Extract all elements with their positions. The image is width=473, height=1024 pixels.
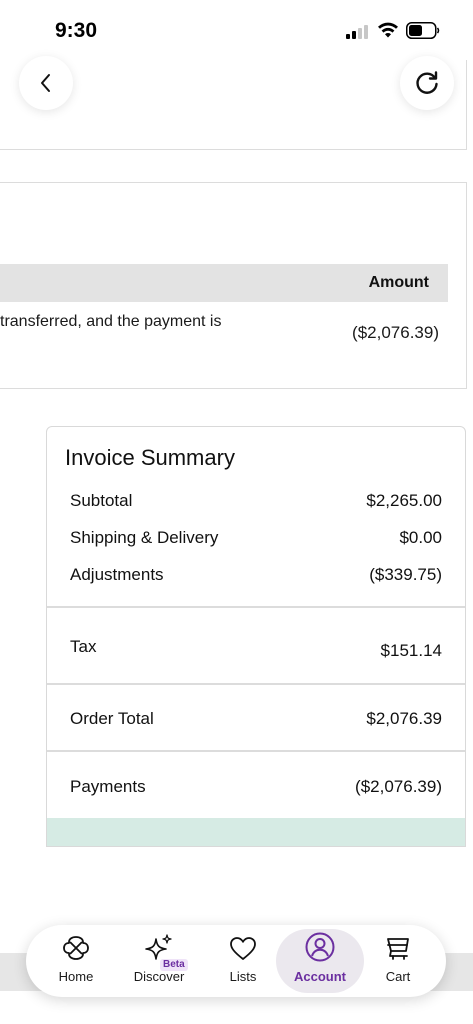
nav-account[interactable]: Account <box>282 929 358 993</box>
bottom-nav: Home Beta Discover Lists Account Cart <box>26 925 446 997</box>
subtotal-label: Subtotal <box>70 491 133 510</box>
heart-icon <box>230 937 256 960</box>
subtotal-value: $2,265.00 <box>366 491 442 510</box>
back-button[interactable] <box>19 56 73 110</box>
payments-table-card: Amount transferred, and the payment is (… <box>0 182 467 389</box>
divider <box>47 606 465 608</box>
payments-value: ($2,076.39) <box>355 777 442 796</box>
signal-icon <box>346 25 370 39</box>
tax-value: $151.14 <box>380 641 442 660</box>
adjustments-row: Adjustments ($339.75) <box>70 565 442 585</box>
cart-icon <box>387 938 409 960</box>
invoice-summary-card: Invoice Summary Subtotal $2,265.00 Shipp… <box>46 426 466 847</box>
subtotal-row: Subtotal $2,265.00 <box>70 491 442 511</box>
invoice-summary-title: Invoice Summary <box>65 445 235 470</box>
battery-icon <box>406 22 440 39</box>
summary-footer <box>47 818 465 846</box>
nav-account-label: Account <box>294 969 346 984</box>
payment-amount: ($2,076.39) <box>352 323 439 342</box>
screen: 9:30 Amount transferred, and the payment… <box>0 0 473 1024</box>
tax-row: Tax $151.14 <box>70 637 442 661</box>
shipping-label: Shipping & Delivery <box>70 528 219 547</box>
payments-label: Payments <box>70 777 146 796</box>
wifi-icon <box>378 22 398 38</box>
nav-discover-label: Discover <box>133 969 185 984</box>
divider <box>47 750 465 752</box>
order-total-label: Order Total <box>70 709 154 728</box>
shipping-row: Shipping & Delivery $0.00 <box>70 528 442 548</box>
payments-row: Payments ($2,076.39) <box>70 777 442 797</box>
adjustments-value: ($339.75) <box>369 565 442 584</box>
amount-column-header: Amount <box>368 274 429 291</box>
order-total-row: Order Total $2,076.39 <box>70 709 442 729</box>
adjustments-label: Adjustments <box>70 565 164 584</box>
nav-home-label: Home <box>58 969 94 984</box>
divider <box>47 683 465 685</box>
refresh-icon <box>416 71 438 94</box>
beta-badge: Beta <box>160 959 188 971</box>
home-icon <box>63 936 89 960</box>
status-bar: 9:30 <box>0 0 473 60</box>
payment-description: transferred, and the payment is <box>0 313 222 330</box>
nav-lists-label: Lists <box>229 969 257 984</box>
nav-cart[interactable]: Cart <box>378 929 418 993</box>
refresh-button[interactable] <box>400 56 454 110</box>
tax-label: Tax <box>70 637 97 656</box>
chevron-left-icon <box>41 74 50 92</box>
shipping-value: $0.00 <box>399 528 442 547</box>
nav-discover[interactable]: Beta Discover <box>126 929 192 993</box>
nav-lists[interactable]: Lists <box>220 929 266 993</box>
nav-home[interactable]: Home <box>50 929 102 993</box>
nav-cart-label: Cart <box>385 969 411 984</box>
status-time: 9:30 <box>55 19 98 42</box>
order-total-value: $2,076.39 <box>366 709 442 728</box>
table-header: Amount <box>0 264 448 302</box>
user-circle-icon <box>305 932 335 962</box>
